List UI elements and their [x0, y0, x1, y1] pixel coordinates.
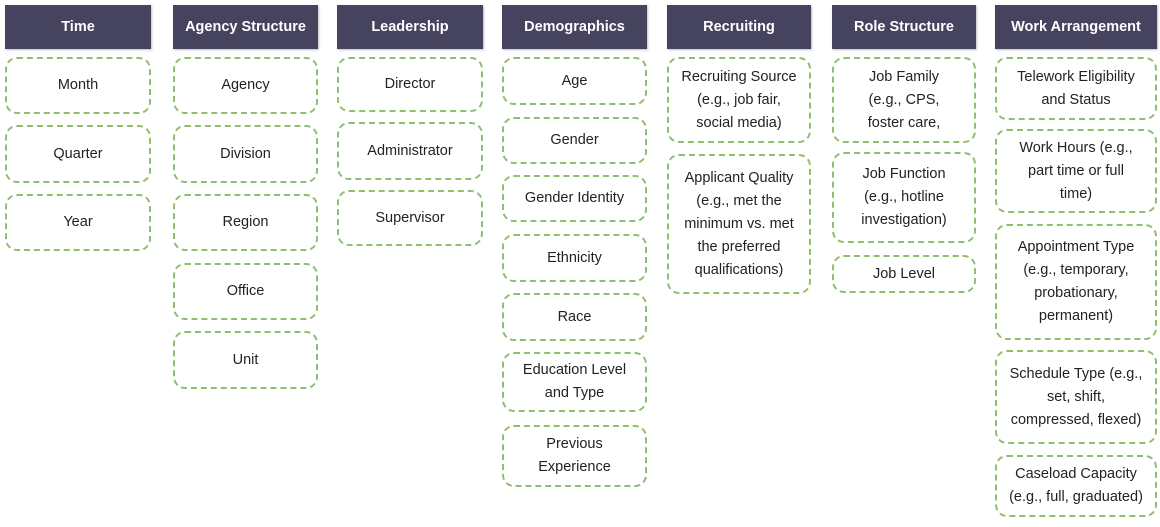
- dimension-item-agency-structure: Unit: [173, 331, 318, 389]
- column-header-role-structure: Role Structure: [832, 5, 976, 49]
- dimension-item-leadership: Administrator: [337, 122, 483, 180]
- dimension-item-demographics: Age: [502, 57, 647, 105]
- dimension-item-demographics: Gender: [502, 117, 647, 164]
- dimension-item-work-arrangement: Appointment Type (e.g., temporary, proba…: [995, 224, 1157, 340]
- dimension-item-demographics: Ethnicity: [502, 234, 647, 282]
- dimension-item-role-structure: Job Family (e.g., CPS, foster care,: [832, 57, 976, 143]
- dimension-item-demographics: Gender Identity: [502, 175, 647, 222]
- column-header-demographics: Demographics: [502, 5, 647, 49]
- dimension-item-recruiting: Applicant Quality (e.g., met the minimum…: [667, 154, 811, 294]
- dimension-item-leadership: Director: [337, 57, 483, 112]
- dimension-item-leadership: Supervisor: [337, 190, 483, 246]
- dimension-item-agency-structure: Division: [173, 125, 318, 183]
- column-header-recruiting: Recruiting: [667, 5, 811, 49]
- dimension-item-demographics: Previous Experience: [502, 425, 647, 487]
- dimension-item-work-arrangement: Work Hours (e.g., part time or full time…: [995, 129, 1157, 213]
- dimension-item-role-structure: Job Level: [832, 255, 976, 293]
- dimension-item-work-arrangement: Telework Eligibility and Status: [995, 57, 1157, 120]
- dimension-item-work-arrangement: Schedule Type (e.g., set, shift, compres…: [995, 350, 1157, 444]
- dimension-item-role-structure: Job Function (e.g., hotline investigatio…: [832, 152, 976, 243]
- dimension-item-agency-structure: Office: [173, 263, 318, 320]
- dimension-item-time: Quarter: [5, 125, 151, 183]
- dimension-item-agency-structure: Agency: [173, 57, 318, 114]
- column-header-agency-structure: Agency Structure: [173, 5, 318, 49]
- column-header-time: Time: [5, 5, 151, 49]
- dimension-item-time: Year: [5, 194, 151, 251]
- column-header-work-arrangement: Work Arrangement: [995, 5, 1157, 49]
- dimension-item-work-arrangement: Caseload Capacity (e.g., full, graduated…: [995, 455, 1157, 517]
- dimension-item-demographics: Race: [502, 293, 647, 341]
- column-header-leadership: Leadership: [337, 5, 483, 49]
- dimension-item-agency-structure: Region: [173, 194, 318, 251]
- dimension-item-demographics: Education Level and Type: [502, 352, 647, 412]
- dimension-item-time: Month: [5, 57, 151, 114]
- dimension-item-recruiting: Recruiting Source (e.g., job fair, socia…: [667, 57, 811, 143]
